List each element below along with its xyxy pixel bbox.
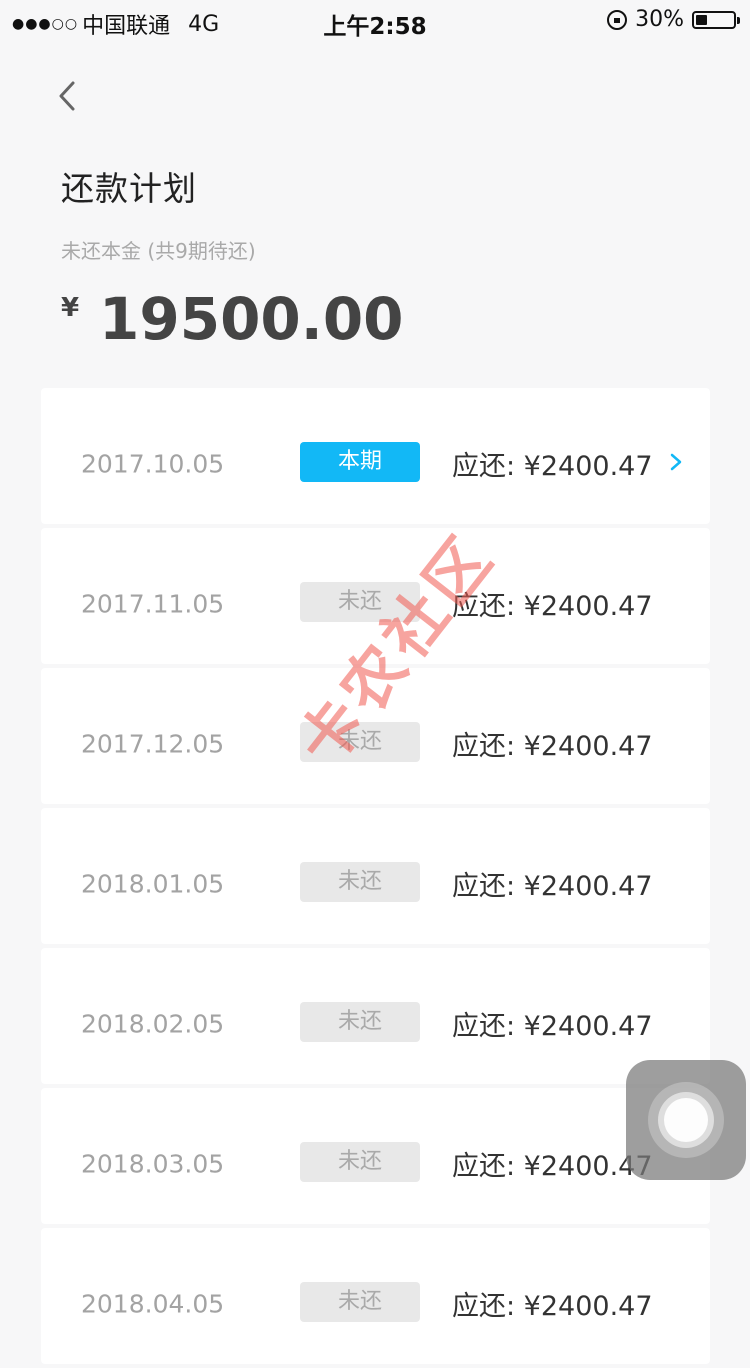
status-bar: ●●●○○ 中国联通 4G 上午2:58 30% [0,0,750,40]
installment-date: 2018.01.05 [81,869,225,899]
unpaid-badge: 未还 [300,1002,420,1042]
installment-due-amount: 应还: ¥2400.47 [452,871,653,902]
rotation-lock-icon [607,9,628,30]
chevron-left-icon [59,81,75,111]
amount-value: 19500.00 [99,285,404,353]
back-button[interactable] [50,78,84,114]
installment-row[interactable]: 2018.03.05 未还 应还: ¥2400.47 [41,1088,710,1224]
assistive-touch-ring-inner [664,1098,708,1142]
installment-row[interactable]: 2017.12.05 未还 应还: ¥2400.47 [41,668,710,804]
current-period-badge: 本期 [300,442,420,482]
installment-due-amount: 应还: ¥2400.47 [452,591,653,622]
installment-date: 2017.11.05 [81,589,225,619]
battery-fill [696,14,707,25]
installment-row[interactable]: 2018.02.05 未还 应还: ¥2400.47 [41,948,710,1084]
unpaid-badge: 未还 [300,1282,420,1322]
installment-due-amount: 应还: ¥2400.47 [452,1151,653,1182]
installment-row[interactable]: 2018.01.05 未还 应还: ¥2400.47 [41,808,710,944]
installment-date: 2017.10.05 [81,449,225,479]
installment-due-amount: 应还: ¥2400.47 [452,1291,653,1322]
battery-percent: 30% [635,7,684,32]
installment-date: 2018.03.05 [81,1149,225,1179]
repayment-list: 2017.10.05 本期 应还: ¥2400.47 2017.11.05 未还 应还: … [41,388,710,1368]
installment-row[interactable]: 2017.11.05 未还 应还: ¥2400.47 [41,528,710,664]
principal-label: 未还本金 (共9期待还) [61,239,256,263]
battery-icon [692,10,740,29]
assistive-touch-button[interactable] [626,1060,746,1180]
installment-due-amount: 应还: ¥2400.47 [452,451,653,482]
installment-due-amount: 应还: ¥2400.47 [452,1011,653,1042]
installment-row[interactable]: 2017.10.05 本期 应还: ¥2400.47 [41,388,710,524]
installment-row[interactable]: 2018.04.05 未还 应还: ¥2400.47 [41,1228,710,1364]
unpaid-badge: 未还 [300,862,420,902]
unpaid-badge: 未还 [300,1142,420,1182]
installment-date: 2017.12.05 [81,729,225,759]
battery-tip [737,16,740,24]
currency-symbol: ¥ [61,293,80,323]
unpaid-badge: 未还 [300,582,420,622]
installment-date: 2018.04.05 [81,1289,225,1319]
page-title: 还款计划 [61,169,197,208]
chevron-right-icon [670,453,682,471]
unpaid-badge: 未还 [300,722,420,762]
installment-date: 2018.02.05 [81,1009,225,1039]
installment-due-amount: 应还: ¥2400.47 [452,731,653,762]
status-right: 30% [607,7,740,32]
